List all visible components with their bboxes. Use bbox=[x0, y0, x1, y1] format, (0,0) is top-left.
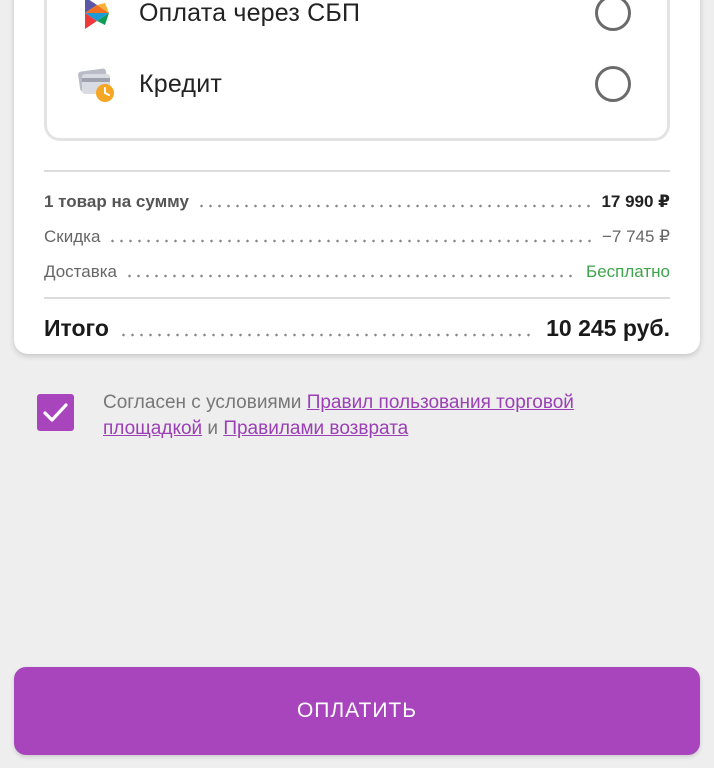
payment-method-label: Кредит bbox=[139, 69, 223, 98]
total-label: Итого bbox=[44, 315, 109, 341]
agreement-text: Согласен с условиями Правил пользования … bbox=[103, 390, 663, 442]
credit-card-clock-icon bbox=[78, 68, 114, 102]
summary-row-discount: Скидка −7 745 ₽ bbox=[44, 221, 670, 247]
return-rules-link[interactable]: Правилами возврата bbox=[223, 418, 408, 439]
summary-row-delivery: Доставка Бесплатно bbox=[44, 256, 670, 282]
pay-button[interactable]: ОПЛАТИТЬ bbox=[14, 667, 700, 755]
agreement-prefix: Согласен с условиями bbox=[103, 392, 307, 413]
items-label: 1 товар на сумму bbox=[44, 192, 189, 211]
sbp-icon bbox=[85, 0, 109, 29]
dotted-leader bbox=[118, 333, 537, 337]
items-value: 17 990 ₽ bbox=[601, 192, 670, 211]
agreement-mid: и bbox=[202, 418, 224, 439]
payment-methods-list: Оплата через СБП Кредит bbox=[44, 0, 670, 141]
discount-label: Скидка bbox=[44, 227, 101, 246]
checkout-page: Оплата через СБП Кредит 1 товар на сумму… bbox=[0, 0, 714, 768]
total-value: 10 245 руб. bbox=[546, 315, 670, 341]
delivery-label: Доставка bbox=[44, 262, 118, 281]
dotted-leader bbox=[125, 274, 579, 278]
summary-row-items: 1 товар на сумму 17 990 ₽ bbox=[44, 186, 670, 212]
dotted-leader bbox=[108, 239, 594, 243]
delivery-value: Бесплатно bbox=[586, 262, 670, 281]
dotted-leader bbox=[196, 204, 594, 208]
checkmark-icon bbox=[43, 403, 68, 422]
summary-row-total: Итого 10 245 руб. bbox=[44, 308, 670, 342]
summary-divider-top bbox=[44, 170, 670, 172]
radio-credit[interactable] bbox=[595, 66, 631, 102]
agreement-checkbox[interactable] bbox=[37, 394, 74, 431]
payment-method-sbp[interactable]: Оплата через СБП bbox=[47, 0, 667, 43]
payment-method-credit[interactable]: Кредит bbox=[47, 54, 667, 114]
summary-divider-bottom bbox=[44, 297, 670, 299]
payment-method-label: Оплата через СБП bbox=[139, 0, 361, 27]
discount-value: −7 745 ₽ bbox=[601, 227, 670, 246]
radio-sbp[interactable] bbox=[595, 0, 631, 31]
